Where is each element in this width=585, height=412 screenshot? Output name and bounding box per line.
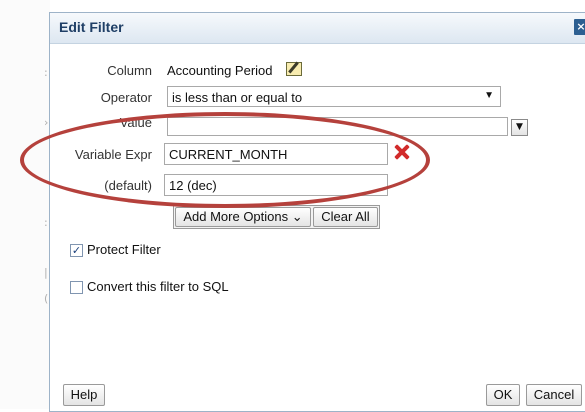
options-button-group: Add More Options ⌄ Clear All bbox=[173, 205, 380, 229]
edit-pencil-icon[interactable] bbox=[286, 62, 302, 76]
operator-label: Operator bbox=[100, 90, 152, 105]
dialog-title: Edit Filter bbox=[59, 19, 124, 35]
ok-button[interactable]: OK bbox=[486, 384, 520, 406]
clear-all-button[interactable]: Clear All bbox=[313, 207, 378, 227]
close-icon[interactable]: × bbox=[574, 19, 585, 35]
help-button[interactable]: Help bbox=[63, 384, 105, 406]
operator-selected-value: is less than or equal to bbox=[172, 90, 303, 105]
column-value: Accounting Period bbox=[167, 63, 273, 78]
add-more-options-label: Add More Options bbox=[183, 209, 289, 224]
value-dropdown-button[interactable]: ▼ bbox=[511, 119, 528, 136]
variable-expr-label: Variable Expr bbox=[74, 147, 152, 162]
protect-filter-checkbox[interactable]: ✓ bbox=[70, 244, 83, 257]
value-input[interactable] bbox=[167, 117, 508, 136]
default-input[interactable]: 12 (dec) bbox=[164, 174, 388, 196]
value-label: Value bbox=[119, 115, 152, 130]
column-label: Column bbox=[107, 63, 152, 78]
chevron-down-icon: ⌄ bbox=[291, 209, 303, 224]
background-mark: : bbox=[44, 66, 48, 79]
operator-select[interactable]: is less than or equal to ▼ bbox=[167, 86, 501, 107]
background-mark: : bbox=[44, 216, 48, 229]
variable-expr-input[interactable]: CURRENT_MONTH bbox=[164, 143, 388, 165]
convert-sql-label: Convert this filter to SQL bbox=[87, 279, 229, 294]
chevron-down-icon: ▼ bbox=[484, 90, 494, 101]
background-mark: ( bbox=[44, 292, 49, 305]
default-label: (default) bbox=[104, 178, 152, 193]
background-mark: › bbox=[44, 116, 49, 129]
cancel-button[interactable]: Cancel bbox=[526, 384, 582, 406]
background-mark: | bbox=[44, 266, 48, 279]
add-more-options-button[interactable]: Add More Options ⌄ bbox=[175, 207, 311, 227]
protect-filter-label: Protect Filter bbox=[87, 242, 161, 257]
chevron-down-icon: ▼ bbox=[516, 122, 523, 132]
background-page-edge bbox=[0, 0, 50, 409]
convert-sql-checkbox[interactable] bbox=[70, 281, 83, 294]
remove-x-icon[interactable] bbox=[393, 143, 411, 161]
dialog-titlebar[interactable]: Edit Filter × bbox=[50, 13, 585, 44]
